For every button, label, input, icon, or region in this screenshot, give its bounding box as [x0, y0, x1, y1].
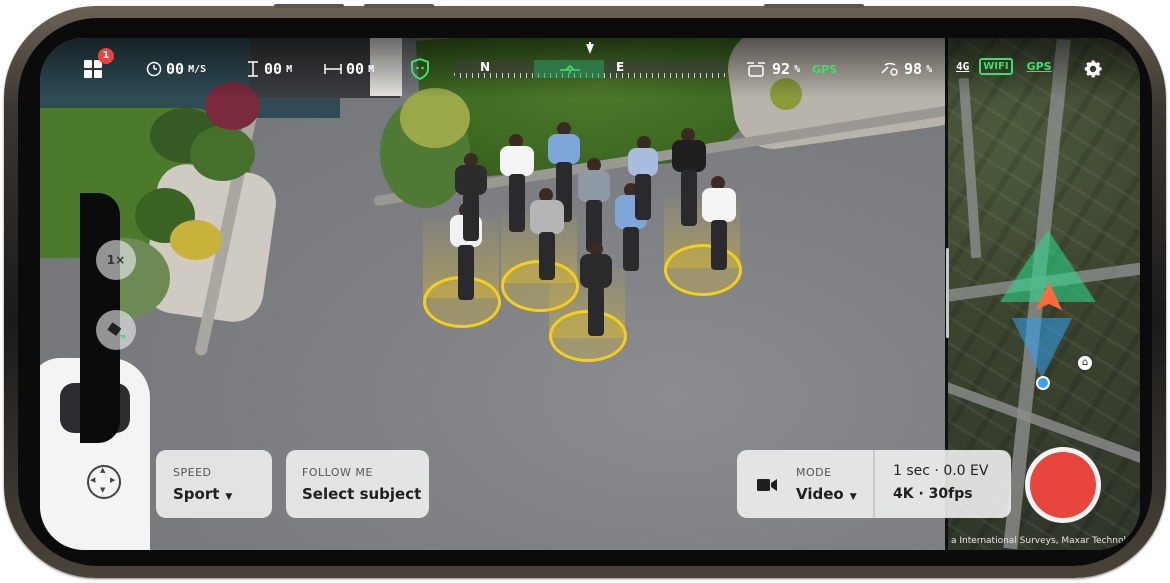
zoom-button[interactable]: 1× — [96, 240, 136, 280]
notification-badge: 1 — [98, 48, 114, 64]
drone-heading-icon — [560, 64, 580, 73]
drone-battery-value: 92 — [772, 60, 791, 78]
speed-mode-value: Sport ▼ — [173, 485, 233, 503]
video-camera-icon — [757, 479, 777, 491]
distance: 00 M — [324, 60, 374, 78]
speed-value: 00 — [166, 60, 185, 78]
shrub — [190, 126, 255, 181]
controller-gps-indicator: GPS — [1026, 60, 1052, 73]
network-4g-label: 4G — [956, 60, 970, 73]
speed-selector[interactable]: SPEED Sport ▼ — [156, 450, 272, 518]
height-value: 00 — [264, 60, 283, 78]
mode-divider — [873, 450, 875, 518]
drone-battery-unit: % — [794, 63, 801, 75]
yellow-shrub — [170, 220, 222, 260]
record-dot-icon — [1030, 452, 1096, 518]
network-status: 4G WIFI GPS — [956, 58, 1052, 75]
wifi-badge: WIFI — [979, 58, 1013, 75]
compass-bar: N E — [454, 60, 726, 78]
speedometer-icon — [146, 61, 162, 77]
chevron-down-icon: ▼ — [849, 492, 857, 502]
home-icon[interactable]: ⌂ — [1078, 356, 1092, 370]
mode-caption: MODE — [796, 466, 832, 479]
distance-unit: M — [368, 63, 375, 75]
camera-rotate-button[interactable] — [96, 310, 136, 350]
follow-me-selector[interactable]: FOLLOW ME Select subject — [286, 450, 429, 518]
record-button[interactable] — [1025, 447, 1101, 523]
shield-icon[interactable] — [410, 58, 430, 80]
controller-battery-unit: % — [926, 63, 933, 75]
chevron-down-icon: ▼ — [225, 492, 233, 502]
drone-gps-indicator: GPS — [812, 62, 838, 76]
camera-rotate-icon — [107, 322, 125, 339]
phone-side-button — [364, 4, 434, 8]
user-location-icon — [1036, 376, 1050, 390]
resolution-settings[interactable]: 4K · 30fps — [893, 486, 973, 502]
grid-menu-icon[interactable] — [84, 60, 102, 78]
compass-north-label: N — [480, 60, 491, 74]
speed-caption: SPEED — [173, 466, 212, 479]
altitude: 00 M — [246, 60, 292, 78]
joystick-button[interactable]: ▲ ▼ ◀ ▶ — [68, 446, 140, 518]
controller-status: 98% — [880, 60, 932, 78]
drone-status: 92% GPS — [746, 60, 837, 78]
exposure-settings[interactable]: 1 sec · 0.0 EV — [893, 463, 988, 479]
phone-side-button — [764, 4, 864, 8]
joystick-icon: ▲ ▼ ◀ ▶ — [87, 465, 121, 499]
zoom-label: 1× — [106, 253, 126, 267]
controller-icon — [881, 62, 898, 76]
subject-marker[interactable] — [664, 244, 742, 296]
user-direction-cone — [1012, 318, 1072, 378]
horizontal-speed: 00 M/S — [146, 60, 206, 78]
height-unit: M — [286, 63, 293, 75]
distance-value: 00 — [346, 60, 365, 78]
follow-value: Select subject — [302, 485, 422, 503]
controller-battery-value: 98 — [904, 60, 923, 78]
follow-caption: FOLLOW ME — [302, 466, 373, 479]
settings-gear-icon[interactable] — [1082, 58, 1104, 80]
compass-east-label: E — [616, 60, 625, 74]
mode-value: Video ▼ — [796, 485, 857, 503]
map-attribution: a International Surveys, Maxar Technolo — [951, 536, 1132, 546]
map-road — [958, 77, 982, 259]
height-icon — [248, 61, 258, 77]
capture-mode-panel[interactable]: MODE Video ▼ 1 sec · 0.0 EV 4K · 30fps — [737, 450, 1011, 518]
speed-unit: M/S — [188, 63, 207, 75]
app-screen: a International Surveys, Maxar Technolo … — [40, 38, 1140, 550]
distance-icon — [324, 64, 342, 74]
split-resize-handle[interactable] — [946, 248, 949, 338]
drone-battery-icon — [747, 62, 765, 77]
phone-side-button — [274, 4, 344, 8]
